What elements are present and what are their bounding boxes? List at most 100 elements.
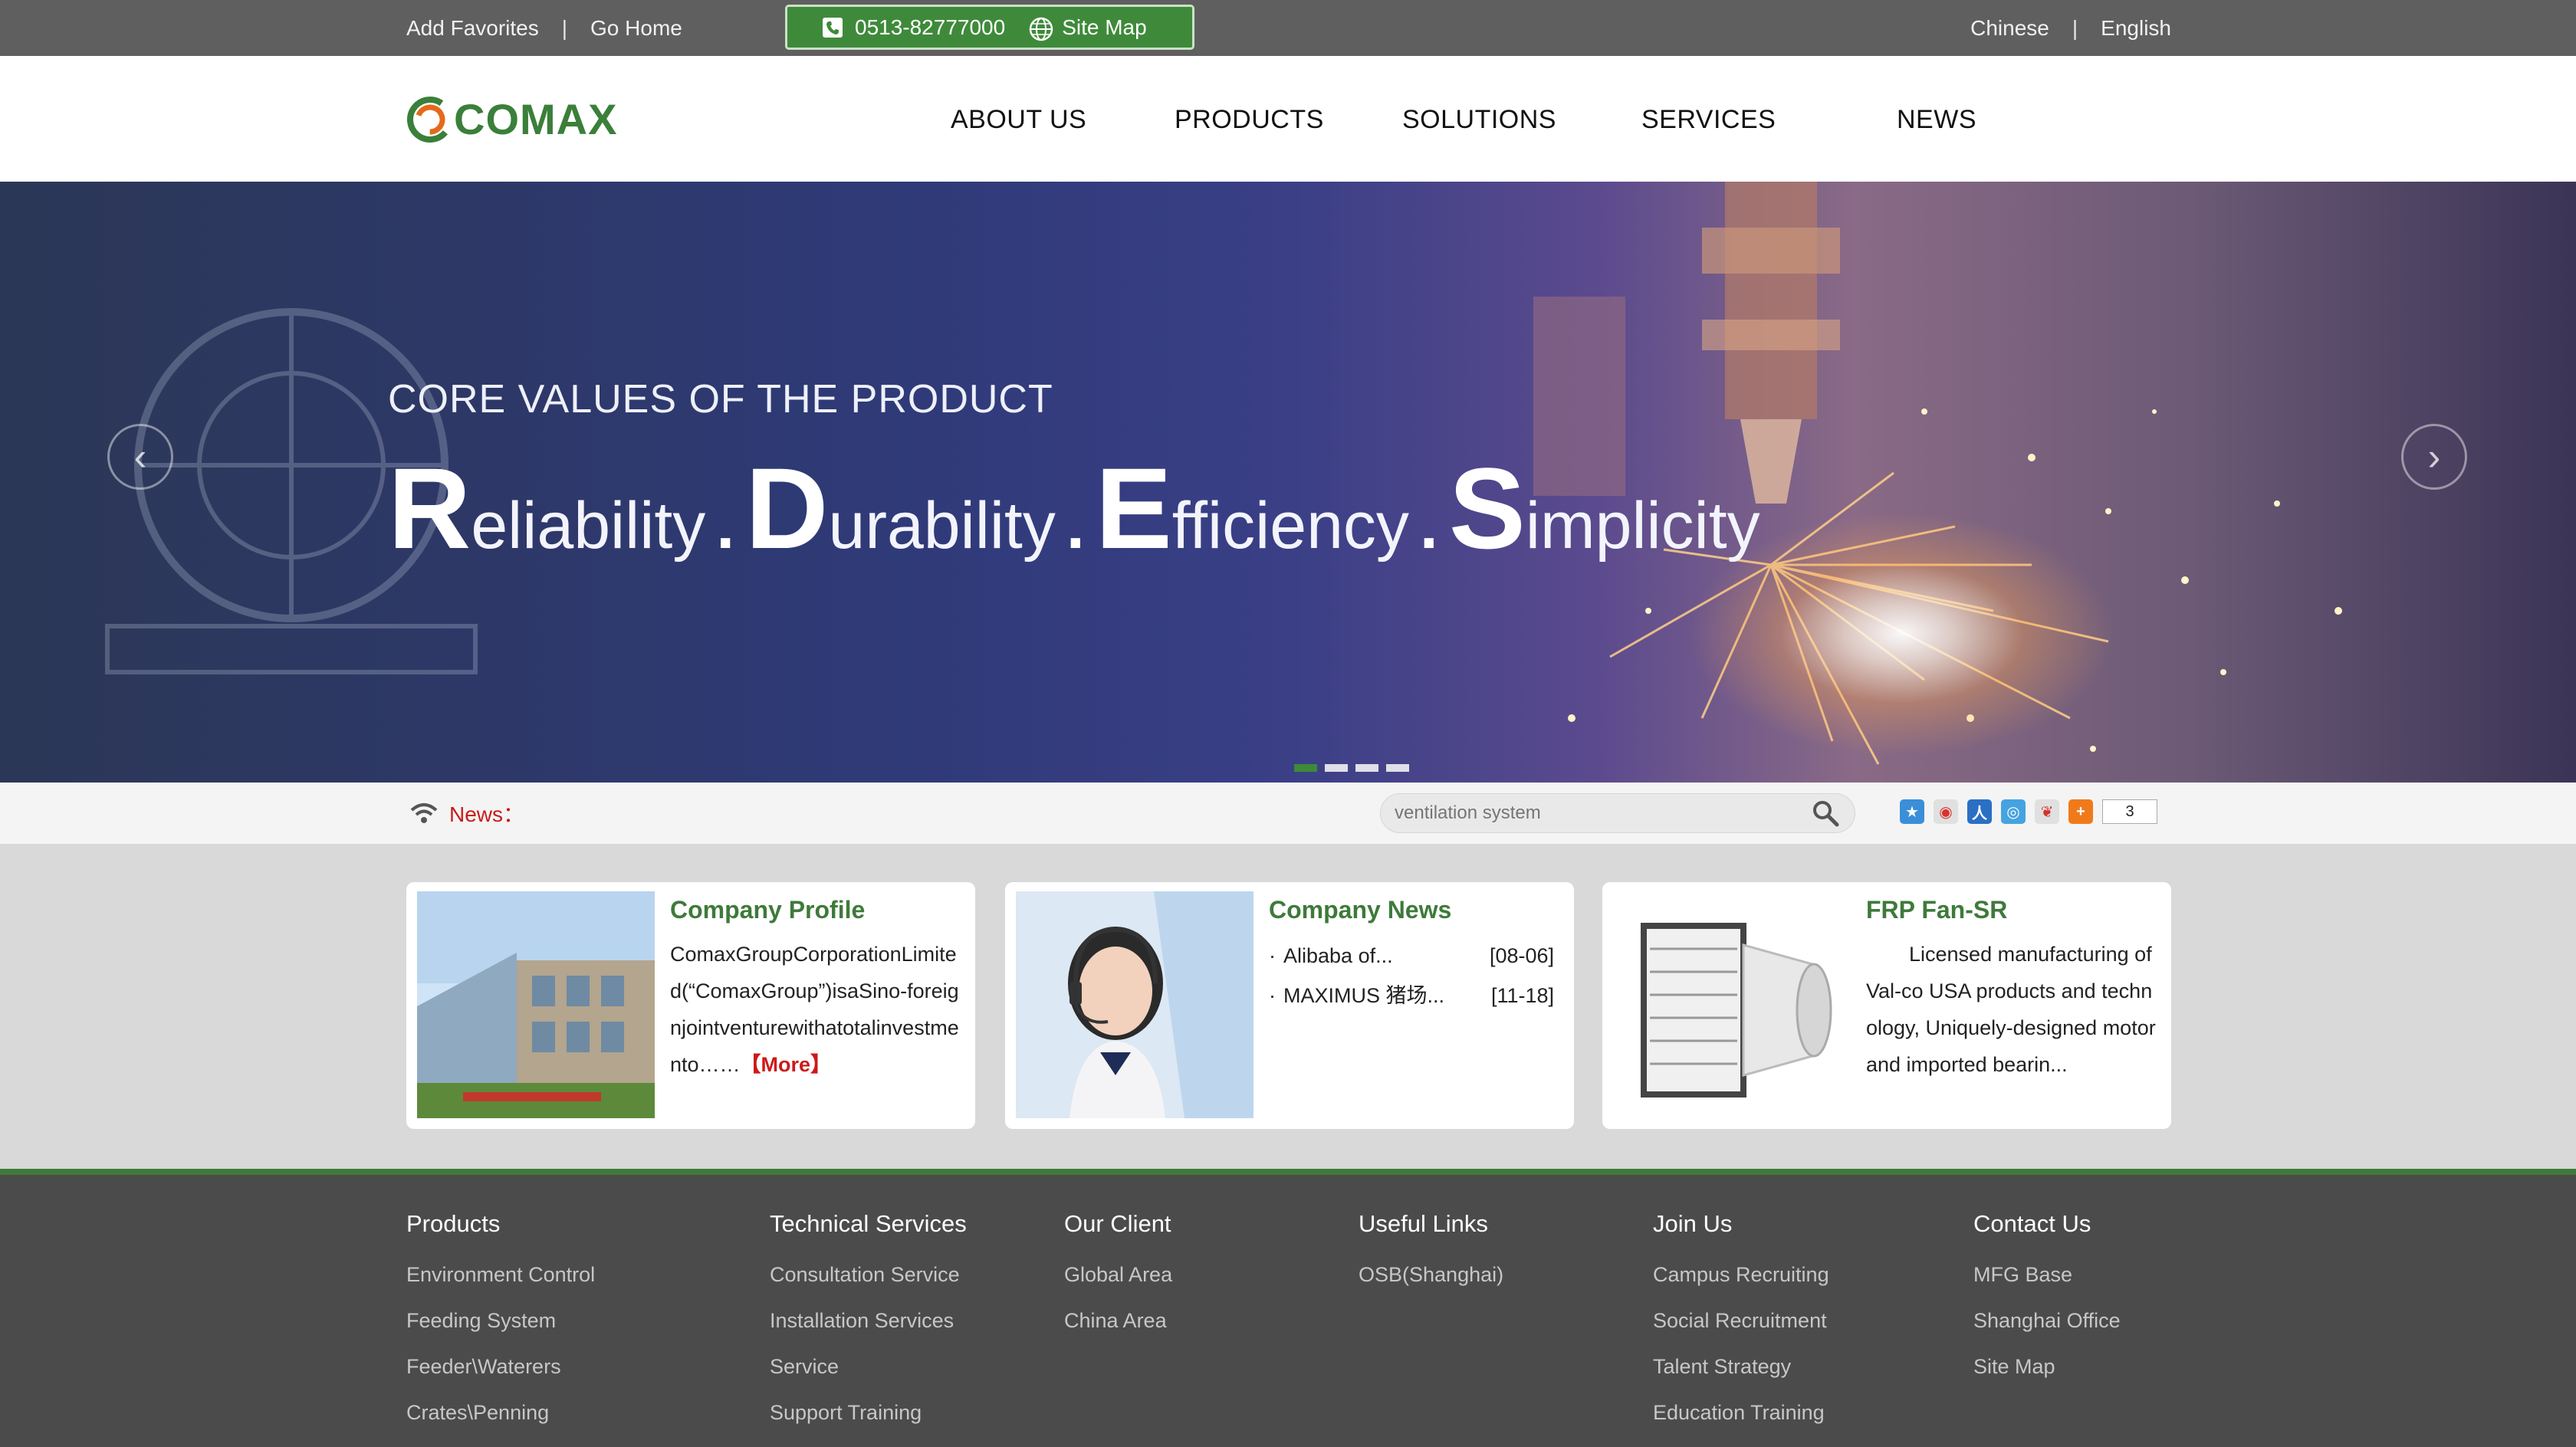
footer-heading: Our Client <box>1064 1210 1171 1237</box>
news-item[interactable]: · MAXIMUS 猪场... [11-18] <box>1269 976 1554 1016</box>
tencent-weibo-icon[interactable]: ◎ <box>2001 799 2026 824</box>
footer-column-contact-us: Contact Us MFG Base Shanghai Office Site… <box>1973 1210 2121 1390</box>
weibo-icon[interactable]: ◉ <box>1934 799 1958 824</box>
slide-dot[interactable] <box>1294 764 1317 772</box>
footer-link[interactable]: Campus Recruiting <box>1653 1252 1829 1298</box>
card-title: Company Profile <box>670 896 866 924</box>
site-map-label: Site Map <box>1062 15 1147 39</box>
footer-link[interactable]: Feeder\Waterers <box>406 1344 595 1390</box>
nav-services[interactable]: SERVICES <box>1641 105 1776 135</box>
news-list: · Alibaba of... [08-06] · MAXIMUS 猪场... [1… <box>1269 936 1560 1016</box>
hero-word-rest: fficiency <box>1171 489 1409 563</box>
news-item[interactable]: · Alibaba of... [08-06] <box>1269 936 1554 976</box>
more-link[interactable]: 【More】 <box>741 1053 832 1076</box>
footer-link[interactable]: Site Map <box>1973 1344 2121 1390</box>
phone-icon <box>821 16 844 39</box>
hero-dot: . <box>716 489 735 563</box>
prev-slide-button[interactable]: ‹ <box>107 424 173 490</box>
nav-products[interactable]: PRODUCTS <box>1175 105 1324 135</box>
footer-link[interactable]: Feeding System <box>406 1298 595 1344</box>
footer-link[interactable]: OSB(Shanghai) <box>1359 1252 1503 1298</box>
hero-word-initial: R <box>388 444 472 573</box>
renren-icon[interactable]: 人 <box>1967 799 1992 824</box>
nav-about-us[interactable]: ABOUT US <box>951 105 1086 135</box>
go-home-link[interactable]: Go Home <box>590 16 682 41</box>
add-favorites-link[interactable]: Add Favorites <box>406 16 539 41</box>
hero-word-initial: S <box>1448 444 1526 573</box>
contact-box: 0513-82777000 Site Map <box>785 5 1194 50</box>
bullet: · <box>1269 944 1276 967</box>
more-share-icon[interactable]: + <box>2068 799 2093 824</box>
globe-icon <box>1028 16 1053 41</box>
separator: | <box>2072 15 2078 40</box>
hero-core-values: Reliability .Durability .Efficiency .Simpli… <box>388 442 1760 575</box>
search-box <box>1380 793 1855 833</box>
slide-dot[interactable] <box>1386 764 1409 772</box>
hero-word-rest: eliability <box>471 489 706 563</box>
footer-link[interactable]: Consultation Service <box>770 1252 967 1298</box>
english-link[interactable]: English <box>2101 16 2171 41</box>
top-utility-bar: Add Favorites | Go Home 0513-82777000 Si… <box>0 0 2576 56</box>
phone-number: 0513-82777000 <box>855 15 1006 39</box>
footer-column-useful-links: Useful Links OSB(Shanghai) <box>1359 1210 1503 1298</box>
site-map-link[interactable]: Site Map <box>1028 15 1147 41</box>
footer-column-join-us: Join Us Campus Recruiting Social Recruit… <box>1653 1210 1829 1436</box>
company-news-card: Company News · Alibaba of... [08-06] · MAX… <box>1005 882 1574 1129</box>
chinese-link[interactable]: Chinese <box>1970 16 2049 41</box>
footer-link[interactable]: Environment Control <box>406 1252 595 1298</box>
footer-heading: Contact Us <box>1973 1210 2091 1237</box>
search-icon[interactable] <box>1810 798 1841 828</box>
footer-link[interactable]: Social Recruitment <box>1653 1298 1829 1344</box>
nav-solutions[interactable]: SOLUTIONS <box>1402 105 1556 135</box>
hero-word-rest: urability <box>828 489 1056 563</box>
footer-link[interactable]: Installation Services <box>770 1298 967 1344</box>
broadcast-icon <box>410 803 438 823</box>
chevron-left-icon: ‹ <box>133 435 147 478</box>
share-icon[interactable]: ❦ <box>2035 799 2059 824</box>
building-image <box>417 891 655 1118</box>
product-card: FRP Fan-SR Licensed manufacturing of Val… <box>1602 882 2171 1129</box>
footer-heading: Products <box>406 1210 501 1237</box>
hero-word-initial: E <box>1095 444 1172 573</box>
language-switch: Chinese | English <box>1970 0 2171 56</box>
hero-dot: . <box>1419 489 1438 563</box>
chevron-right-icon: › <box>2427 435 2441 478</box>
qzone-icon[interactable]: ★ <box>1900 799 1924 824</box>
nav-news[interactable]: NEWS <box>1897 105 1976 135</box>
footer-link[interactable]: Talent Strategy <box>1653 1344 1829 1390</box>
footer-column-products: Products Environment Control Feeding Sys… <box>406 1210 595 1436</box>
footer-link[interactable]: Crates\Penning <box>406 1390 595 1436</box>
footer-link[interactable]: Global Area <box>1064 1252 1172 1298</box>
header: COMAX ABOUT US PRODUCTS SOLUTIONS SERVIC… <box>0 56 2576 182</box>
footer-link[interactable]: Service <box>770 1344 967 1390</box>
news-item-date: [08-06] <box>1489 944 1554 967</box>
feature-cards: Company Profile ComaxGroupCorporationLim… <box>0 844 2576 1169</box>
footer-link[interactable]: MFG Base <box>1973 1252 2121 1298</box>
news-label: News： <box>449 802 525 826</box>
share-buttons: ★ ◉ 人 ◎ ❦ + 3 <box>1900 799 2157 824</box>
slide-dot[interactable] <box>1355 764 1378 772</box>
footer-link[interactable]: China Area <box>1064 1298 1172 1344</box>
service-agent-image <box>1016 891 1254 1118</box>
footer-link[interactable]: Education Training <box>1653 1390 1829 1436</box>
news-item-date: [11-18] <box>1490 984 1554 1007</box>
footer-heading: Technical Services <box>770 1210 967 1237</box>
hero-banner: CORE VALUES OF THE PRODUCT Reliability .D… <box>0 182 2576 783</box>
footer: Products Environment Control Feeding Sys… <box>0 1169 2576 1447</box>
footer-heading: Useful Links <box>1359 1210 1488 1237</box>
search-input[interactable] <box>1395 802 1793 824</box>
slide-dot[interactable] <box>1325 764 1348 772</box>
hero-word-initial: D <box>745 444 829 573</box>
product-description: Licensed manufacturing of Val-co USA pro… <box>1866 943 2156 1076</box>
slide-indicators <box>1294 764 1409 772</box>
next-slide-button[interactable]: › <box>2401 424 2467 490</box>
news-item-title: MAXIMUS 猪场... <box>1283 984 1445 1007</box>
separator: | <box>561 15 568 40</box>
share-count: 3 <box>2102 799 2157 824</box>
footer-column-technical-services: Technical Services Consultation Service … <box>770 1210 967 1436</box>
card-title: Company News <box>1269 896 1452 924</box>
footer-link[interactable]: Shanghai Office <box>1973 1298 2121 1344</box>
hero-dot: . <box>1066 489 1085 563</box>
footer-link[interactable]: Support Training <box>770 1390 967 1436</box>
main-nav: ABOUT US PRODUCTS SOLUTIONS SERVICES NEW… <box>0 56 2576 182</box>
